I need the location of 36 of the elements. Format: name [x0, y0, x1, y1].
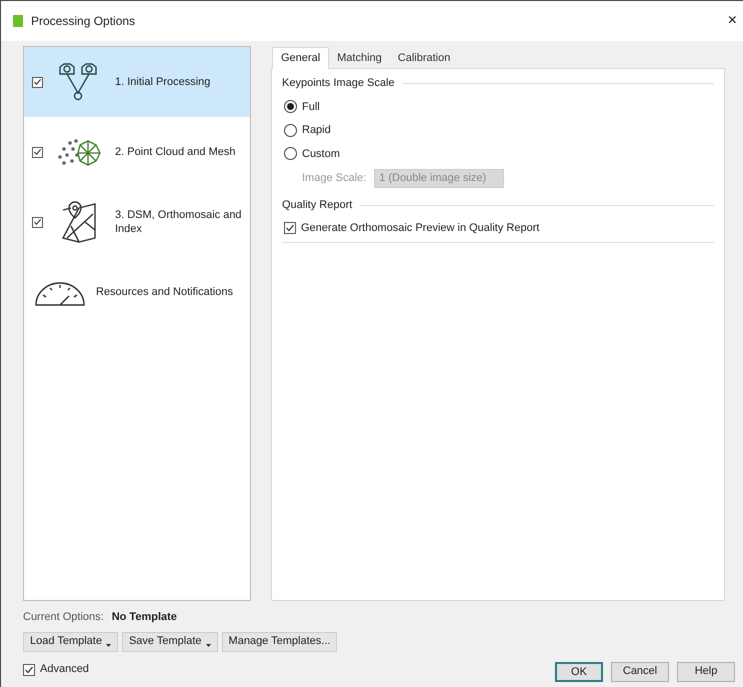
field-label: Image Scale: — [302, 171, 366, 186]
step-item[interactable]: Resources and Notifications — [24, 257, 250, 327]
current-options-label: Current Options: — [23, 610, 104, 625]
checkbox[interactable] — [23, 664, 35, 676]
checkbox[interactable] — [32, 216, 43, 228]
radio-label: Custom — [302, 146, 340, 162]
dropdown-icon — [206, 644, 211, 647]
checkbox[interactable] — [284, 222, 296, 234]
step-item[interactable]: 2. Point Cloud and Mesh — [24, 117, 250, 187]
tab[interactable]: General — [272, 47, 330, 69]
checkbox[interactable] — [32, 146, 43, 158]
radio-button[interactable] — [284, 124, 297, 137]
window-title: Processing Options — [31, 13, 136, 30]
step-item[interactable]: 1. Initial Processing — [24, 47, 250, 117]
app-icon — [13, 15, 23, 27]
radio-button[interactable] — [284, 147, 297, 160]
tab[interactable]: Matching — [329, 49, 390, 68]
template-button[interactable]: Manage Templates... — [222, 632, 338, 652]
radio-button[interactable] — [284, 100, 297, 114]
section-title: Keypoints Image Scale — [282, 76, 395, 91]
section-title: Quality Report — [282, 198, 352, 213]
step-item[interactable]: 3. DSM, Orthomosaic and Index — [24, 187, 250, 257]
dialog-button[interactable]: Cancel — [611, 662, 669, 682]
radio-label: Rapid — [302, 123, 331, 138]
current-options-value: No Template — [112, 610, 177, 625]
checkbox-label: Advanced — [40, 662, 89, 678]
template-button[interactable]: Load Template — [23, 632, 118, 652]
checkbox-label: Generate Orthomosaic Preview in Quality Report — [301, 220, 540, 236]
dialog-button[interactable]: OK — [555, 662, 603, 682]
dropdown-icon — [106, 644, 111, 647]
dialog-button[interactable]: Help — [677, 662, 735, 682]
close-button[interactable]: × — [728, 13, 737, 29]
radio-label: Full — [302, 100, 320, 114]
checkbox[interactable] — [32, 76, 43, 88]
template-button[interactable]: Save Template — [122, 632, 218, 652]
tab[interactable]: Calibration — [390, 49, 458, 68]
